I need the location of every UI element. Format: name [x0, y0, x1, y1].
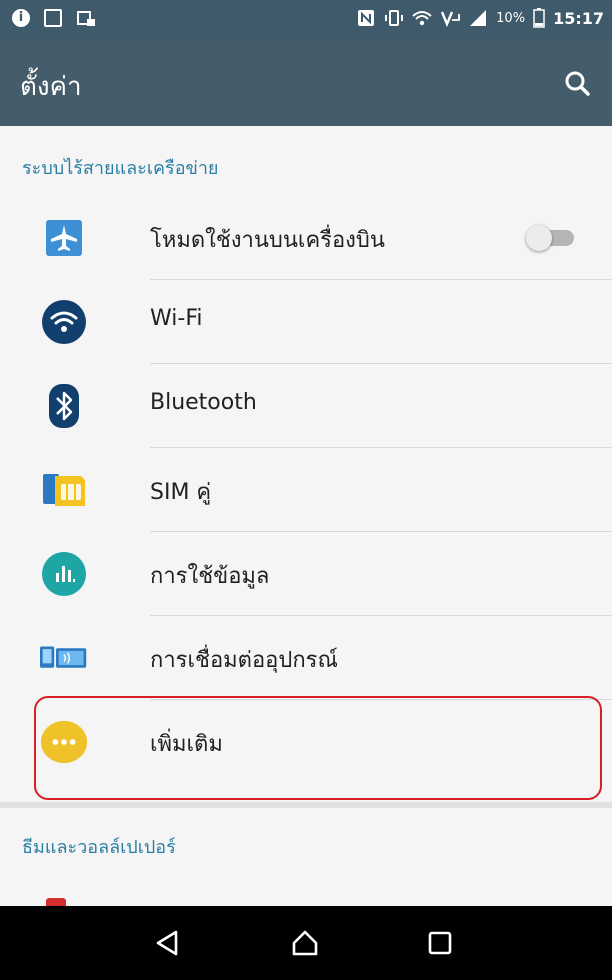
recent-apps-button[interactable] — [415, 920, 465, 966]
battery-icon — [533, 8, 545, 28]
recent-apps-icon — [428, 931, 452, 955]
device-connection-icon — [40, 634, 88, 682]
android-settings-screen: i 10% 15:17 ตั้งค่า ระบบไร้สายและเครือข่… — [0, 0, 612, 980]
download-notification-icon — [77, 11, 95, 26]
settings-item-dual-sim[interactable]: SIM คู่ — [0, 448, 612, 532]
info-notification-icon: i — [12, 9, 30, 27]
nfc-icon — [358, 10, 375, 26]
sim-card-icon — [40, 466, 88, 514]
settings-list: ระบบไร้สายและเครือข่าย โหมดใช้งานบนเครื่… — [0, 126, 612, 906]
section-header-wireless: ระบบไร้สายและเครือข่าย — [22, 158, 219, 179]
partial-list-item — [46, 898, 66, 906]
section-header-themes: ธีมและวอลล์เปเปอร์ — [22, 837, 176, 858]
status-bar: i 10% 15:17 — [0, 0, 612, 40]
back-icon — [156, 930, 178, 956]
airplane-mode-toggle[interactable] — [526, 225, 574, 251]
toggle-knob — [526, 225, 552, 251]
search-button[interactable] — [558, 64, 598, 104]
search-icon — [565, 71, 590, 96]
volte-icon — [441, 11, 461, 28]
wifi-signal-icon — [412, 11, 432, 26]
data-usage-icon — [40, 550, 88, 598]
wifi-icon — [40, 298, 88, 346]
settings-item-label: การเชื่อมต่ออุปกรณ์ — [150, 648, 338, 673]
bluetooth-icon — [40, 382, 88, 430]
home-button[interactable] — [280, 920, 330, 966]
vibrate-icon — [385, 10, 404, 26]
cell-signal-icon — [470, 10, 487, 26]
settings-item-label: การใช้ข้อมูล — [150, 564, 270, 589]
settings-item-label: Bluetooth — [150, 390, 257, 415]
settings-item-label: SIM คู่ — [150, 480, 212, 505]
settings-item-device-connection[interactable]: การเชื่อมต่ออุปกรณ์ — [0, 616, 612, 700]
settings-item-label: โหมดใช้งานบนเครื่องบิน — [150, 228, 385, 253]
navigation-bar — [0, 906, 612, 980]
airplane-icon — [40, 214, 88, 262]
settings-item-airplane-mode[interactable]: โหมดใช้งานบนเครื่องบิน — [0, 196, 612, 280]
settings-item-label: Wi-Fi — [150, 306, 203, 331]
clock: 15:17 — [553, 8, 604, 28]
battery-percent: 10% — [496, 10, 526, 26]
page-title: ตั้งค่า — [20, 72, 82, 102]
screenshot-notification-icon — [44, 9, 62, 27]
highlight-annotation — [34, 696, 602, 800]
section-separator — [0, 802, 612, 808]
home-icon — [292, 930, 318, 956]
settings-item-wifi[interactable]: Wi-Fi — [0, 280, 612, 364]
settings-item-bluetooth[interactable]: Bluetooth — [0, 364, 612, 448]
settings-item-data-usage[interactable]: การใช้ข้อมูล — [0, 532, 612, 616]
back-button[interactable] — [143, 920, 193, 966]
app-bar: ตั้งค่า — [0, 40, 612, 126]
